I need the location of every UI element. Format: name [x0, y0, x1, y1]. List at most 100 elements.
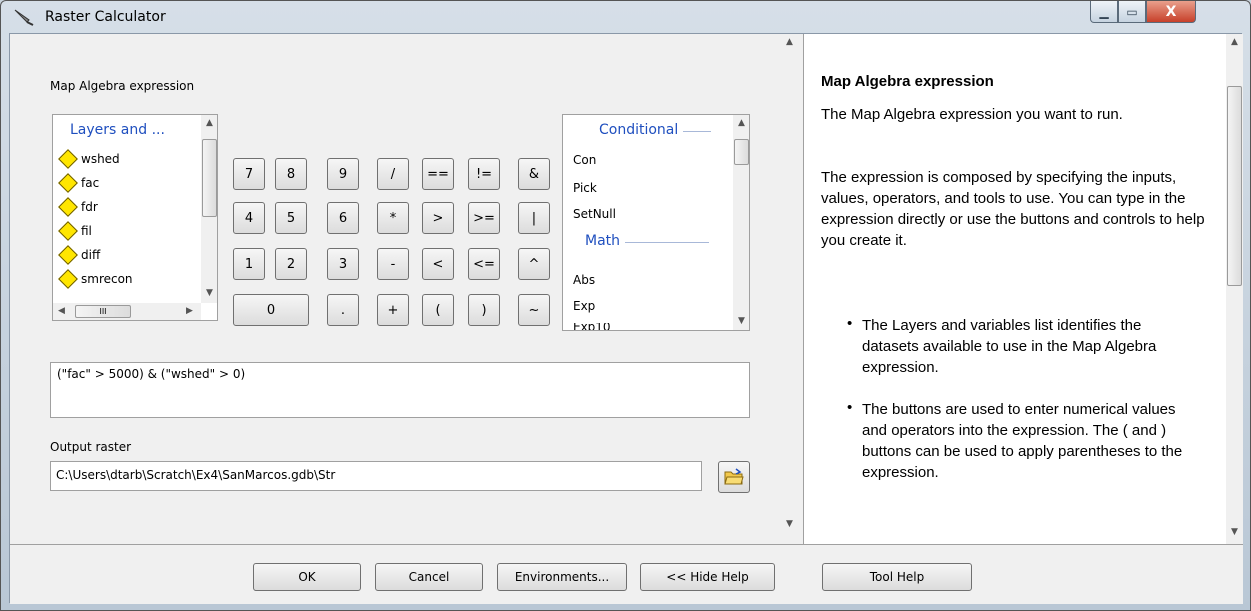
- layer-item[interactable]: diff: [57, 243, 100, 267]
- browse-button[interactable]: [718, 461, 750, 493]
- folder-icon: [724, 468, 744, 485]
- scroll-up-icon[interactable]: ▲: [1226, 34, 1243, 51]
- tool-item[interactable]: SetNull: [573, 207, 616, 221]
- layer-diamond-icon: [58, 197, 78, 217]
- op-equal[interactable]: ==: [422, 158, 454, 190]
- key-3[interactable]: 3: [327, 248, 359, 280]
- scroll-down-icon[interactable]: ▼: [1226, 524, 1243, 541]
- scroll-down-icon[interactable]: ▼: [201, 285, 217, 302]
- tool-item[interactable]: Exp10: [573, 323, 611, 330]
- maximize-icon: ▭: [1126, 4, 1138, 19]
- scroll-thumb[interactable]: [734, 139, 749, 165]
- hide-help-button[interactable]: << Hide Help: [640, 563, 775, 591]
- help-title: Map Algebra expression: [821, 73, 994, 90]
- op-and[interactable]: &: [518, 158, 550, 190]
- scroll-up-icon[interactable]: ▲: [733, 115, 749, 132]
- expression-text: ("fac" > 5000) & ("wshed" > 0): [57, 367, 246, 381]
- tools-list[interactable]: Conditional Con Pick SetNull Math Abs Ex…: [562, 114, 750, 331]
- scroll-thumb[interactable]: [1227, 86, 1242, 286]
- expression-textbox[interactable]: ("fac" > 5000) & ("wshed" > 0): [50, 362, 750, 418]
- layer-item[interactable]: fac: [57, 171, 99, 195]
- op-not[interactable]: ~: [518, 294, 550, 326]
- key-dot[interactable]: .: [327, 294, 359, 326]
- key-5[interactable]: 5: [275, 202, 307, 234]
- tool-help-button[interactable]: Tool Help: [822, 563, 972, 591]
- expression-label: Map Algebra expression: [50, 79, 195, 93]
- op-or[interactable]: |: [518, 202, 550, 234]
- left-pane-vscrollbar[interactable]: ▲ ▼: [781, 34, 798, 544]
- help-paragraph: The Map Algebra expression you want to r…: [821, 106, 1123, 123]
- layers-vscrollbar[interactable]: ▲ ▼: [201, 115, 217, 303]
- layer-diamond-icon: [58, 245, 78, 265]
- scroll-down-icon[interactable]: ▼: [733, 313, 749, 330]
- output-raster-field[interactable]: C:\Users\dtarb\Scratch\Ex4\SanMarcos.gdb…: [50, 461, 702, 491]
- key-8[interactable]: 8: [275, 158, 307, 190]
- help-pane: Map Algebra expression The Map Algebra e…: [803, 34, 1243, 544]
- tool-item[interactable]: Exp: [573, 299, 595, 313]
- category-math: Math: [585, 233, 621, 249]
- layer-item[interactable]: fdr: [57, 195, 98, 219]
- key-1[interactable]: 1: [233, 248, 265, 280]
- help-bullet: The Layers and variables list identifies…: [862, 317, 1157, 376]
- scroll-down-icon[interactable]: ▼: [781, 516, 798, 533]
- help-vscrollbar[interactable]: ▲ ▼: [1226, 34, 1243, 544]
- output-raster-value: C:\Users\dtarb\Scratch\Ex4\SanMarcos.gdb…: [56, 468, 336, 482]
- tool-item[interactable]: Con: [573, 153, 596, 167]
- op-multiply[interactable]: *: [377, 202, 409, 234]
- window-title: Raster Calculator: [45, 9, 166, 25]
- layer-item[interactable]: wshed: [57, 147, 120, 171]
- tool-item[interactable]: Pick: [573, 181, 597, 195]
- scroll-right-icon[interactable]: ▶: [181, 303, 198, 320]
- layers-list[interactable]: Layers and ... wshed fac fdr fil diff sm…: [52, 114, 218, 321]
- minimize-button[interactable]: ▁: [1090, 1, 1118, 23]
- layer-diamond-icon: [58, 173, 78, 193]
- close-button[interactable]: X: [1146, 1, 1196, 23]
- layer-item[interactable]: fil: [57, 219, 92, 243]
- op-open-paren[interactable]: (: [422, 294, 454, 326]
- title-bar[interactable]: Raster Calculator ▁ ▭ X: [1, 1, 1250, 33]
- raster-calculator-icon: [14, 9, 34, 26]
- dialog-footer: OK Cancel Environments... << Hide Help T…: [10, 544, 1243, 604]
- key-0[interactable]: 0: [233, 294, 309, 326]
- raster-calculator-window: Raster Calculator ▁ ▭ X Map Algebra expr…: [0, 0, 1251, 611]
- close-icon: X: [1165, 3, 1177, 20]
- key-4[interactable]: 4: [233, 202, 265, 234]
- scroll-up-icon[interactable]: ▲: [201, 115, 217, 132]
- key-7[interactable]: 7: [233, 158, 265, 190]
- op-less-equal[interactable]: <=: [468, 248, 500, 280]
- dialog-client-area: Map Algebra expression Layers and ... ws…: [9, 33, 1243, 604]
- ok-button[interactable]: OK: [253, 563, 361, 591]
- bullet-icon: •: [847, 315, 853, 332]
- tool-item[interactable]: Abs: [573, 273, 595, 287]
- cancel-button[interactable]: Cancel: [375, 563, 483, 591]
- layers-hscrollbar[interactable]: ◀ III ▶: [53, 303, 201, 320]
- scroll-thumb[interactable]: [202, 139, 217, 217]
- op-minus[interactable]: -: [377, 248, 409, 280]
- maximize-button[interactable]: ▭: [1118, 1, 1146, 23]
- layer-diamond-icon: [58, 221, 78, 241]
- scroll-up-icon[interactable]: ▲: [781, 34, 798, 51]
- key-2[interactable]: 2: [275, 248, 307, 280]
- op-greater[interactable]: >: [422, 202, 454, 234]
- minimize-icon: ▁: [1099, 4, 1109, 19]
- op-greater-equal[interactable]: >=: [468, 202, 500, 234]
- layer-item[interactable]: smrecon: [57, 267, 133, 291]
- op-plus[interactable]: +: [377, 294, 409, 326]
- key-9[interactable]: 9: [327, 158, 359, 190]
- bullet-icon: •: [847, 399, 853, 416]
- environments-button[interactable]: Environments...: [497, 563, 627, 591]
- key-6[interactable]: 6: [327, 202, 359, 234]
- tools-vscrollbar[interactable]: ▲ ▼: [733, 115, 749, 330]
- op-close-paren[interactable]: ): [468, 294, 500, 326]
- layer-diamond-icon: [58, 149, 78, 169]
- op-less[interactable]: <: [422, 248, 454, 280]
- hscroll-thumb[interactable]: III: [75, 305, 131, 318]
- op-xor[interactable]: ^: [518, 248, 550, 280]
- layer-diamond-icon: [58, 269, 78, 289]
- output-raster-label: Output raster: [50, 440, 132, 454]
- op-divide[interactable]: /: [377, 158, 409, 190]
- op-not-equal[interactable]: !=: [468, 158, 500, 190]
- scroll-left-icon[interactable]: ◀: [53, 303, 70, 320]
- category-conditional: Conditional: [599, 122, 679, 138]
- category-divider: [683, 131, 711, 132]
